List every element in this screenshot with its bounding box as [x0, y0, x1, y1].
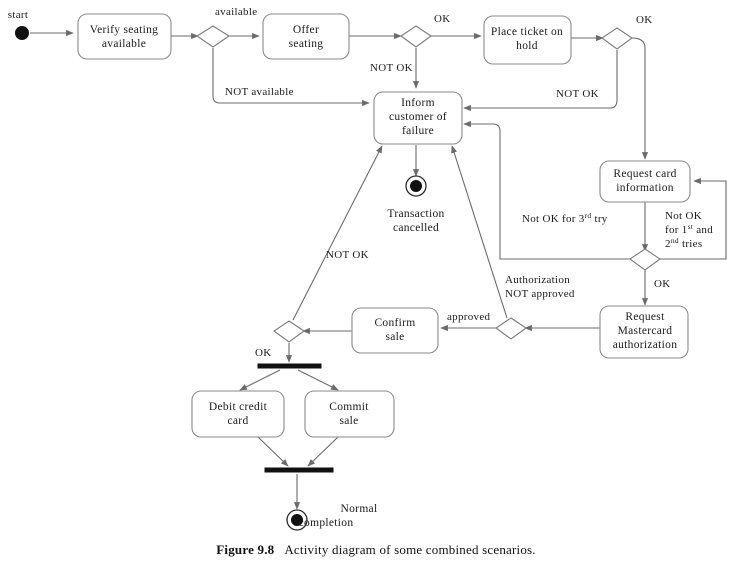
- action-verify-seating-available-line2: available: [102, 38, 146, 50]
- final-node-transaction-cancelled-label-line1: Transaction: [387, 208, 444, 220]
- final-node-transaction-cancelled-dot: [410, 180, 422, 192]
- edge-label-not-ok-after-confirm: NOT OK: [326, 249, 369, 261]
- edge-label-ok-after-offer: OK: [434, 13, 451, 25]
- edge-label-ok-after-confirm: OK: [255, 347, 272, 359]
- join-bar: [264, 467, 334, 473]
- figure-caption: Figure 9.8 Activity diagram of some combi…: [0, 542, 752, 558]
- decision-authorization-result: [495, 317, 527, 340]
- decision-offer-seating-result: [400, 25, 432, 48]
- edge-fork-to-debit: [239, 369, 281, 391]
- action-inform-customer-of-failure-line2: customer of: [389, 111, 447, 123]
- action-request-card-information-line2: information: [616, 182, 674, 194]
- action-request-mastercard-authorization-line1: Request: [625, 311, 665, 323]
- edge-label-not-ok-retry-line1: Not OK: [665, 210, 702, 222]
- initial-node: [15, 26, 29, 40]
- action-confirm-sale-line2: sale: [385, 331, 404, 343]
- edge-decision6-notok-to-inform: [292, 145, 383, 321]
- action-request-mastercard-authorization-line2: Mastercard: [618, 325, 673, 337]
- action-commit-sale: [304, 390, 395, 438]
- final-node-normal-completion-label-line1: Normal: [341, 503, 378, 515]
- figure-caption-text: Activity diagram of some combined scenar…: [284, 542, 536, 557]
- action-commit-sale-line1: Commit: [329, 401, 369, 413]
- final-node-transaction-cancelled-label-line2: cancelled: [393, 222, 439, 234]
- action-commit-sale-line2: sale: [339, 415, 358, 427]
- edge-debit-to-join: [257, 436, 289, 467]
- edge-label-not-ok-third-try: Not OK for 3rd try: [522, 211, 608, 226]
- edge-label-not-ok-retry-line3: 2nd tries: [665, 236, 702, 251]
- action-offer-seating-line2: seating: [289, 38, 324, 50]
- edge-label-not-ok-retry-line2: for 1st and: [665, 222, 713, 237]
- action-offer-seating: [262, 13, 350, 60]
- fork-bar: [257, 363, 322, 369]
- edge-label-authorization-not-approved-line1: Authorization: [505, 274, 570, 286]
- action-confirm-sale-line1: Confirm: [374, 317, 415, 329]
- action-debit-credit-card-line2: card: [228, 415, 249, 427]
- edge-decision3-ok-to-requestcard: [631, 37, 649, 160]
- start-label: start: [8, 9, 28, 21]
- decision-card-information-result: [629, 248, 661, 271]
- action-verify-seating-available-line1: Verify seating: [90, 24, 158, 36]
- edge-label-approved: approved: [447, 311, 491, 323]
- edge-label-not-available: NOT available: [225, 86, 294, 98]
- action-place-ticket-on-hold-line1: Place ticket on: [491, 26, 563, 38]
- edge-label-not-ok-after-offer: NOT OK: [370, 62, 413, 74]
- action-debit-credit-card: [191, 390, 285, 438]
- decision-seating-availability: [195, 25, 231, 48]
- edge-label-available: available: [215, 6, 257, 18]
- decision-confirm-sale-result: [273, 320, 305, 343]
- action-request-mastercard-authorization-line3: authorization: [613, 339, 678, 351]
- figure-caption-label: Figure 9.8: [216, 542, 275, 557]
- edge-label-ok-after-card: OK: [654, 278, 671, 290]
- final-node-normal-completion-label-line2: completion: [299, 517, 354, 529]
- action-verify-seating-available: [77, 13, 172, 60]
- action-inform-customer-of-failure-line1: Inform: [401, 97, 435, 109]
- action-place-ticket-on-hold-line2: hold: [516, 40, 538, 52]
- edge-label-ok-after-hold: OK: [636, 14, 653, 26]
- activity-diagram-figure: start Verify seating available available…: [0, 0, 752, 578]
- edge-commit-to-join: [307, 436, 339, 467]
- edge-label-authorization-not-approved-line2: NOT approved: [505, 288, 575, 300]
- action-debit-credit-card-line1: Debit credit: [209, 401, 268, 413]
- action-inform-customer-of-failure-line3: failure: [402, 125, 434, 137]
- decision-place-ticket-result: [601, 27, 633, 50]
- edge-decision5-notapproved-to-inform: [451, 145, 508, 319]
- action-offer-seating-line1: Offer: [293, 24, 319, 36]
- edge-label-not-ok-after-hold: NOT OK: [556, 88, 599, 100]
- action-request-card-information-line1: Request card: [613, 168, 676, 180]
- diagram-canvas: start Verify seating available available…: [8, 6, 727, 531]
- edge-fork-to-commit: [297, 369, 339, 391]
